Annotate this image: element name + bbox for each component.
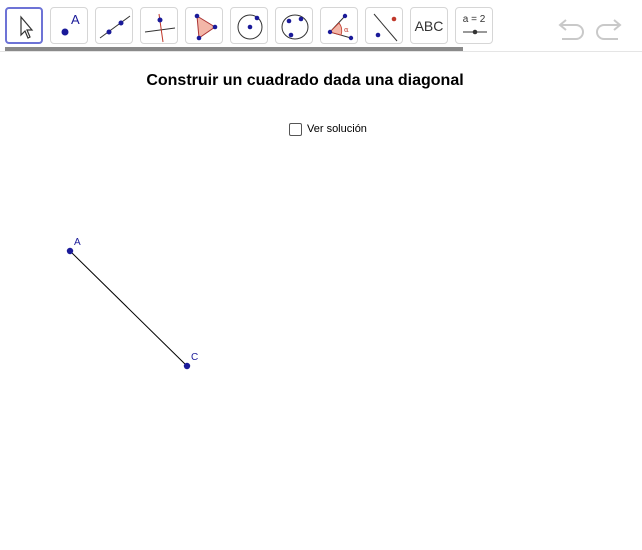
polygon-tool-button[interactable] [185, 7, 223, 44]
arrow-cursor-icon [20, 15, 34, 39]
perpendicular-line-tool-button[interactable] [140, 7, 178, 44]
slider-icon [463, 29, 487, 35]
undo-icon[interactable] [556, 12, 588, 40]
slider-tool-button[interactable]: a = 2 [455, 7, 493, 44]
text-tool-label: ABC [414, 18, 444, 34]
angle-icon: α [327, 13, 354, 41]
circle-center-icon [237, 14, 263, 40]
text-tool-button[interactable]: ABC [410, 7, 448, 44]
polygon-icon [194, 13, 218, 41]
reflect-about-line-icon [373, 13, 398, 42]
diagonal-segment-ac[interactable] [69, 250, 188, 367]
point-a[interactable] [66, 247, 74, 255]
point-tool-label: A [71, 12, 80, 27]
reflect-tool-button[interactable] [365, 7, 403, 44]
svg-text:α: α [344, 26, 349, 34]
circle-three-points-tool-button[interactable] [275, 7, 313, 44]
perpendicular-line-icon [144, 13, 176, 43]
point-c[interactable] [183, 362, 191, 370]
line-icon [99, 15, 131, 39]
redo-icon[interactable] [592, 12, 624, 40]
circle-center-point-tool-button[interactable] [230, 7, 268, 44]
line-tool-button[interactable] [95, 7, 133, 44]
circle-three-points-icon [281, 14, 309, 40]
point-a-label: A [74, 237, 81, 248]
point-c-label: C [191, 352, 198, 363]
point-icon [61, 28, 69, 36]
graphics-canvas[interactable]: A C [0, 52, 642, 550]
point-tool-button[interactable]: A [50, 7, 88, 44]
toolbar: A α ABC a = 2 [0, 0, 642, 52]
move-tool-button[interactable] [5, 7, 43, 44]
angle-tool-button[interactable]: α [320, 7, 358, 44]
